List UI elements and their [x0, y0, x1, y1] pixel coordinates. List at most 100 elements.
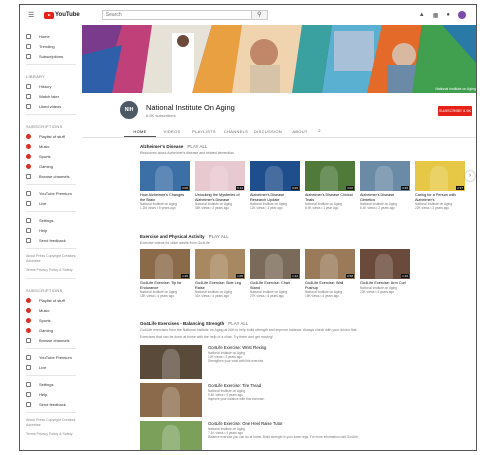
- channel-tabs: HOME VIDEOS PLAYLISTS CHANNELS DISCUSSION ABO…: [124, 127, 321, 137]
- play-all-link[interactable]: PLAY ALL: [209, 234, 229, 239]
- browse-channels-link[interactable]: Browse channels: [20, 171, 82, 181]
- sidebar-item[interactable]: Playlist of stuff: [20, 131, 82, 141]
- video-title[interactable]: Unlocking the Mysteries of Alzheimer's D…: [195, 193, 245, 202]
- video-meta: National Institute on Aging 9.4K views • …: [208, 389, 458, 402]
- tab-discussion[interactable]: DISCUSSION: [252, 127, 284, 137]
- channel-avatar[interactable]: NIH: [120, 101, 138, 119]
- play-all-link[interactable]: PLAY ALL: [228, 321, 248, 326]
- sidebar-item[interactable]: Send feedback: [20, 399, 82, 409]
- video-title[interactable]: Go4Life Exercise: Tire Tread: [208, 383, 261, 388]
- video-thumbnail[interactable]: 4:02: [305, 161, 355, 191]
- search-icon[interactable]: ⚲: [251, 10, 268, 20]
- video-thumbnail[interactable]: 0:58: [305, 249, 355, 279]
- notifications-icon[interactable]: ●: [446, 12, 450, 18]
- video-title[interactable]: Alzheimer's Disease Clinical Trials: [305, 193, 355, 202]
- video-thumbnail[interactable]: [140, 383, 202, 417]
- video-thumbnail[interactable]: [140, 345, 202, 379]
- section-title[interactable]: Exercise and Physical Activity PLAY ALL: [140, 234, 229, 239]
- sidebar-item[interactable]: Subscriptions: [20, 51, 82, 61]
- hamburger-menu-icon[interactable]: ☰: [28, 12, 38, 19]
- sidebar-item[interactable]: YouTube Premium: [20, 188, 82, 198]
- video-thumbnail[interactable]: 1:20: [140, 249, 190, 279]
- sidebar-item[interactable]: History: [20, 81, 82, 91]
- sidebar-item[interactable]: Gaming: [20, 161, 82, 171]
- avatar[interactable]: [458, 11, 466, 19]
- play-all-link[interactable]: PLAY ALL: [187, 144, 207, 149]
- sidebar-footer[interactable]: Terms Privacy Policy & Safety: [20, 430, 82, 439]
- video-card[interactable]: 1:10 Go4Life Exercise: Arm Curl National I…: [360, 249, 410, 294]
- video-title[interactable]: Go4Life Exercise: Chair Stand: [250, 281, 300, 290]
- tab-home[interactable]: HOME: [124, 127, 156, 137]
- video-title[interactable]: Go4Life Exercise: One Heel Raise Tutor: [208, 421, 282, 426]
- video-thumbnail[interactable]: 3:20: [250, 161, 300, 191]
- video-card[interactable]: 0:58 Go4Life Exercise: Wall Pushup Nationa…: [305, 249, 355, 299]
- sidebar-item[interactable]: Liked videos: [20, 101, 82, 111]
- video-thumbnail[interactable]: 2:00: [140, 161, 190, 191]
- video-thumbnail[interactable]: 3:45: [360, 161, 410, 191]
- sidebar-footer[interactable]: About Press Copyright Creators Advertise: [20, 252, 82, 266]
- apps-icon[interactable]: ▦: [433, 12, 439, 19]
- tab-playlists[interactable]: PLAYLISTS: [188, 127, 220, 137]
- video-card[interactable]: 5:14 Unlocking the Mysteries of Alzheimer…: [195, 161, 245, 211]
- sidebar-item[interactable]: Home: [20, 31, 82, 41]
- video-title[interactable]: How Alzheimer's Changes the Brain: [140, 193, 190, 202]
- search-icon[interactable]: ⌕: [318, 127, 321, 137]
- sidebar-item[interactable]: Gaming: [20, 325, 82, 335]
- video-card[interactable]: 3:45 Alzheimer's Disease Genetics National…: [360, 161, 410, 211]
- sidebar-item[interactable]: Sports: [20, 151, 82, 161]
- top-bar: ☰ YouTube ⚲ ▲ ▦ ●: [20, 5, 476, 25]
- sidebar-item[interactable]: Settings: [20, 215, 82, 225]
- video-card[interactable]: 2:37 Caring for a Person with Alzheimer's…: [415, 161, 465, 211]
- sidebar-item[interactable]: Music: [20, 305, 82, 315]
- video-thumbnail[interactable]: 1:10: [360, 249, 410, 279]
- tab-videos[interactable]: VIDEOS: [156, 127, 188, 137]
- video-title[interactable]: Go4Life Exercise: Side Leg Raise: [195, 281, 245, 290]
- sidebar-footer[interactable]: Terms Privacy Policy & Safety: [20, 266, 82, 275]
- sidebar-item[interactable]: YouTube Premium: [20, 352, 82, 362]
- list-item[interactable]: Go4Life Exercise: Wrist Flexing National …: [140, 345, 460, 379]
- sidebar-footer[interactable]: About Press Copyright Creators Advertise: [20, 416, 82, 430]
- subscribe-button[interactable]: SUBSCRIBE 6.5K: [438, 106, 472, 116]
- video-title[interactable]: Alzheimer's Disease Research Update: [250, 193, 300, 202]
- youtube-logo[interactable]: YouTube: [44, 11, 80, 19]
- video-card[interactable]: 1:12 Go4Life Exercise: Chair Stand Nationa…: [250, 249, 300, 299]
- next-arrow-icon[interactable]: ›: [465, 171, 475, 181]
- search-input[interactable]: [101, 10, 252, 20]
- sidebar-item[interactable]: Help: [20, 389, 82, 399]
- video-title[interactable]: Alzheimer's Disease Genetics: [360, 193, 410, 202]
- video-title[interactable]: Go4Life Exercise: Wall Pushup: [305, 281, 355, 290]
- video-thumbnail[interactable]: 1:05: [195, 249, 245, 279]
- sidebar-item[interactable]: Live: [20, 198, 82, 208]
- list-item[interactable]: Go4Life Exercise: One Heel Raise Tutor Na…: [140, 421, 460, 450]
- browse-channels-link[interactable]: Browse channels: [20, 335, 82, 345]
- video-card[interactable]: 3:20 Alzheimer's Disease Research Update N…: [250, 161, 300, 211]
- sidebar-item[interactable]: Watch later: [20, 91, 82, 101]
- sidebar-item[interactable]: Sports: [20, 315, 82, 325]
- feedback-icon: [26, 237, 31, 243]
- video-title[interactable]: Go4Life Exercise: Tip for Endurance: [140, 281, 190, 290]
- video-thumbnail[interactable]: [140, 421, 202, 450]
- video-thumbnail[interactable]: 2:37: [415, 161, 465, 191]
- section-title[interactable]: Go4Life Exercises - Balancing Strength PL…: [140, 321, 248, 326]
- video-card[interactable]: 4:02 Alzheimer's Disease Clinical Trials N…: [305, 161, 355, 211]
- tab-channels[interactable]: CHANNELS: [220, 127, 252, 137]
- list-item[interactable]: Go4Life Exercise: Tire Tread National Ins…: [140, 383, 460, 417]
- video-title[interactable]: Caring for a Person with Alzheimer's: [415, 193, 465, 202]
- video-title[interactable]: Go4Life Exercise: Wrist Flexing: [208, 345, 266, 350]
- sidebar-item[interactable]: Playlist of stuff: [20, 295, 82, 305]
- video-card[interactable]: 2:00 How Alzheimer's Changes the Brain Nat…: [140, 161, 190, 211]
- video-title[interactable]: Go4Life Exercise: Arm Curl: [360, 281, 410, 286]
- sidebar-item[interactable]: Live: [20, 362, 82, 372]
- video-thumbnail[interactable]: 1:12: [250, 249, 300, 279]
- section-title[interactable]: Alzheimer's Disease PLAY ALL: [140, 144, 207, 149]
- sidebar-item[interactable]: Music: [20, 141, 82, 151]
- video-card[interactable]: 1:20 Go4Life Exercise: Tip for Endurance N…: [140, 249, 190, 299]
- tab-about[interactable]: ABOUT: [284, 127, 316, 137]
- sidebar-item[interactable]: Help: [20, 225, 82, 235]
- upload-icon[interactable]: ▲: [419, 12, 425, 18]
- video-card[interactable]: 1:05 Go4Life Exercise: Side Leg Raise Nati…: [195, 249, 245, 299]
- sidebar-item[interactable]: Trending: [20, 41, 82, 51]
- sidebar-item[interactable]: Settings: [20, 379, 82, 389]
- sidebar-item[interactable]: Send feedback: [20, 235, 82, 245]
- video-thumbnail[interactable]: 5:14: [195, 161, 245, 191]
